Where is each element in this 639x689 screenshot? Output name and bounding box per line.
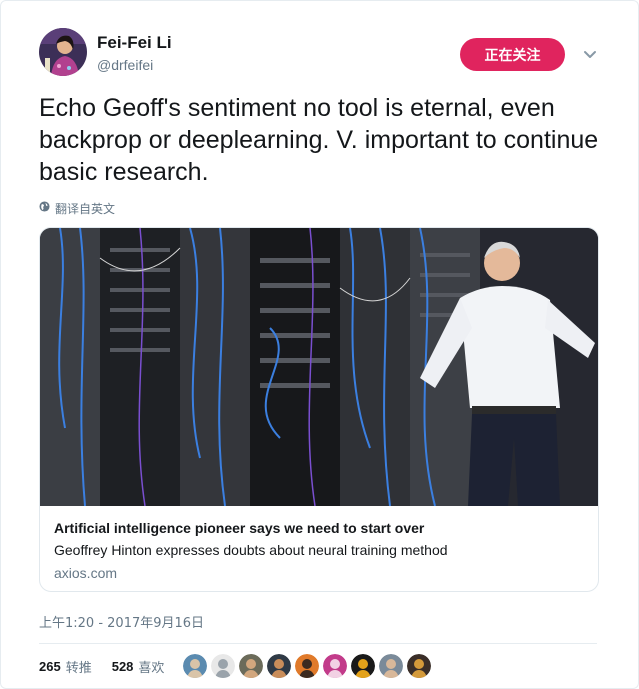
card-description: Geoffrey Hinton expresses doubts about n… bbox=[54, 542, 448, 558]
author-avatar[interactable] bbox=[39, 28, 87, 76]
card-image bbox=[40, 228, 598, 507]
liker-avatar-2[interactable] bbox=[211, 654, 235, 678]
divider bbox=[39, 643, 597, 644]
globe-icon bbox=[39, 201, 50, 215]
liker-avatars bbox=[183, 654, 431, 678]
translate-label: 翻译自英文 bbox=[55, 201, 116, 216]
chevron-down-icon[interactable] bbox=[580, 45, 600, 65]
translate-link[interactable]: 翻译自英文 bbox=[39, 200, 115, 216]
like-label[interactable]: 喜欢 bbox=[138, 657, 164, 676]
retweet-count[interactable]: 265 bbox=[39, 659, 61, 674]
following-button[interactable]: 正在关注 bbox=[460, 38, 565, 71]
author-handle[interactable]: @drfeifei bbox=[97, 57, 153, 73]
like-count[interactable]: 528 bbox=[112, 659, 134, 674]
liker-avatar-1[interactable] bbox=[183, 654, 207, 678]
retweet-label[interactable]: 转推 bbox=[66, 657, 92, 676]
card-title[interactable]: Artificial intelligence pioneer says we … bbox=[54, 520, 424, 536]
liker-avatar-4[interactable] bbox=[267, 654, 291, 678]
author-name[interactable]: Fei-Fei Li bbox=[97, 33, 172, 53]
liker-avatar-7[interactable] bbox=[351, 654, 375, 678]
liker-avatar-5[interactable] bbox=[295, 654, 319, 678]
liker-avatar-8[interactable] bbox=[379, 654, 403, 678]
liker-avatar-6[interactable] bbox=[323, 654, 347, 678]
liker-avatar-3[interactable] bbox=[239, 654, 263, 678]
tweet-text: Echo Geoff's sentiment no tool is eterna… bbox=[39, 94, 599, 186]
tweet-timestamp[interactable]: 上午1:20 - 2017年9月16日 bbox=[39, 612, 204, 631]
liker-avatar-9[interactable] bbox=[407, 654, 431, 678]
tweet-stats: 265 转推 528 喜欢 bbox=[39, 656, 164, 676]
card-domain: axios.com bbox=[54, 565, 118, 581]
link-card[interactable]: Artificial intelligence pioneer says we … bbox=[39, 227, 599, 592]
